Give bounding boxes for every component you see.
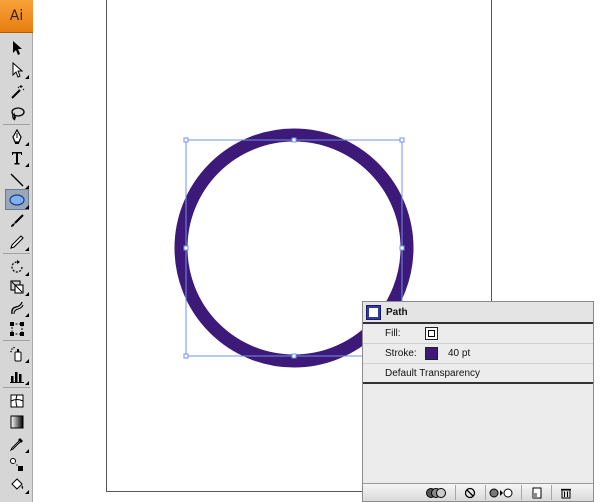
rotate-icon <box>11 259 23 273</box>
type-icon <box>12 151 22 164</box>
rotate-tool[interactable] <box>5 256 29 277</box>
toolbox-separator <box>3 340 30 341</box>
magic-wand-icon <box>11 84 25 99</box>
selection-handle-bottom[interactable] <box>291 353 297 359</box>
selection-handle-top-right[interactable] <box>399 137 405 143</box>
appearance-fill-row[interactable]: Fill: <box>363 324 593 344</box>
duplicate-item-button[interactable] <box>529 485 545 500</box>
stroke-label: Stroke: <box>385 348 417 359</box>
scale-tool[interactable] <box>5 276 29 297</box>
gradient-icon <box>10 415 24 428</box>
appearance-transparency-row[interactable]: Default Transparency <box>363 364 593 384</box>
bar-graph-icon <box>10 371 24 383</box>
stroke-weight-value: 40 pt <box>448 348 471 359</box>
app-logo: Ai <box>0 0 33 33</box>
fill-swatch[interactable] <box>425 327 438 340</box>
submenu-corner-icon <box>25 75 29 79</box>
paintbrush-icon <box>11 213 24 227</box>
spray-can-icon <box>10 346 22 361</box>
selection-handle-bottom-left[interactable] <box>183 353 189 359</box>
line-icon <box>10 173 24 186</box>
free-transform-icon <box>10 321 24 336</box>
pencil-icon <box>10 234 24 249</box>
selection-handle-left[interactable] <box>183 245 189 251</box>
appearance-panel: Path Fill: Stroke: 40 pt Default Transpa… <box>362 301 594 502</box>
magic-wand-tool[interactable] <box>5 81 29 102</box>
warp-icon <box>11 301 24 314</box>
gradient-tool[interactable] <box>5 411 29 432</box>
submenu-corner-icon <box>25 313 29 317</box>
transparency-label: Default Transparency <box>385 367 481 379</box>
app-logo-text: Ai <box>9 8 24 24</box>
lasso-icon <box>11 106 25 121</box>
paintbrush-tool[interactable] <box>5 210 29 231</box>
lasso-tool[interactable] <box>5 103 29 124</box>
mesh-icon <box>10 394 24 407</box>
footer-divider <box>551 485 552 500</box>
pen-icon <box>12 128 22 144</box>
toolbox-separator <box>3 124 30 125</box>
line-segment-tool[interactable] <box>5 169 29 190</box>
toolbox: Ai <box>0 0 33 502</box>
overlapping-circles-icon <box>426 487 446 498</box>
arrow-icon <box>13 40 22 55</box>
column-graph-tool[interactable] <box>5 365 29 386</box>
path-thumbnail-icon <box>366 304 381 320</box>
pen-tool[interactable] <box>5 126 29 147</box>
appearance-stroke-row[interactable]: Stroke: 40 pt <box>363 344 593 364</box>
toolbox-separator <box>3 387 30 388</box>
submenu-corner-icon <box>25 449 29 453</box>
blend-icon <box>10 457 23 471</box>
reduce-to-basic-appearance-button[interactable] <box>488 485 514 500</box>
free-transform-tool[interactable] <box>5 318 29 339</box>
selection-tool[interactable] <box>5 37 29 58</box>
submenu-corner-icon <box>25 247 29 251</box>
type-tool[interactable] <box>5 147 29 168</box>
selection-handle-right[interactable] <box>399 245 405 251</box>
appearance-panel-footer <box>363 483 593 501</box>
delete-item-button[interactable] <box>558 485 574 500</box>
warp-tool[interactable] <box>5 297 29 318</box>
trash-icon <box>561 488 571 498</box>
selection-handle-top[interactable] <box>291 137 297 143</box>
hollow-arrow-icon <box>12 61 24 78</box>
submenu-corner-icon <box>25 490 29 494</box>
footer-divider <box>485 485 486 500</box>
new-page-icon <box>532 487 542 498</box>
clear-appearance-button[interactable] <box>461 485 479 500</box>
no-sign-icon <box>464 487 476 498</box>
symbol-sprayer-tool[interactable] <box>5 343 29 364</box>
paint-bucket-icon <box>11 477 24 490</box>
scale-icon <box>10 279 24 294</box>
submenu-corner-icon <box>25 292 29 296</box>
pencil-tool[interactable] <box>5 231 29 252</box>
submenu-corner-icon <box>25 205 29 209</box>
direct-selection-tool[interactable] <box>5 59 29 80</box>
object-type-label: Path <box>386 306 408 318</box>
selection-handle-top-left[interactable] <box>183 137 189 143</box>
footer-divider <box>455 485 456 500</box>
submenu-corner-icon <box>25 381 29 385</box>
ellipse-tool[interactable] <box>5 189 29 210</box>
footer-divider <box>521 485 522 500</box>
eyedropper-tool[interactable] <box>5 433 29 454</box>
mesh-tool[interactable] <box>5 390 29 411</box>
blend-tool[interactable] <box>5 454 29 475</box>
live-paint-bucket-tool[interactable] <box>5 474 29 495</box>
submenu-corner-icon <box>25 359 29 363</box>
submenu-corner-icon <box>25 142 29 146</box>
fill-label: Fill: <box>385 328 401 339</box>
appearance-object-row[interactable]: Path <box>363 302 593 324</box>
toolbox-separator <box>3 253 30 254</box>
eyedropper-icon <box>9 437 23 451</box>
new-art-basic-appearance-button[interactable] <box>423 485 449 500</box>
reduce-circles-icon <box>489 488 513 497</box>
stroke-swatch[interactable] <box>425 347 438 360</box>
ellipse-icon <box>9 193 25 206</box>
submenu-corner-icon <box>25 163 29 167</box>
